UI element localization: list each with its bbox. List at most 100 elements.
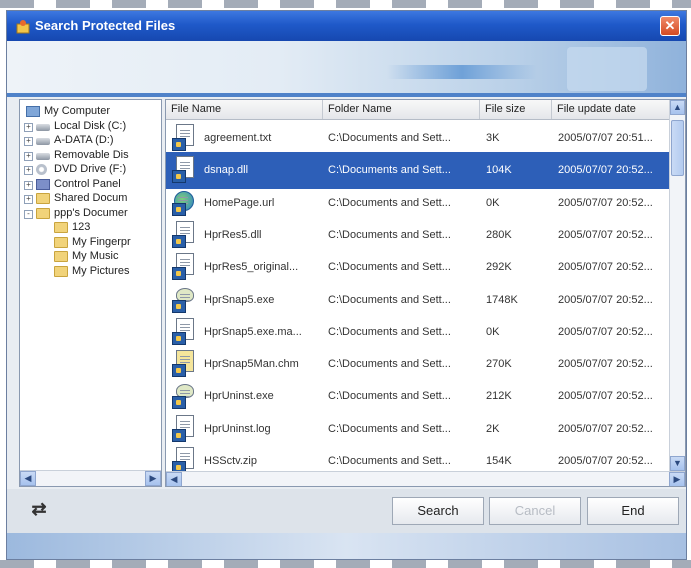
dvd-drive-icon bbox=[36, 164, 47, 175]
file-size-cell: 212K bbox=[486, 390, 512, 403]
tree-item[interactable]: 123 bbox=[42, 221, 161, 235]
url-file-icon bbox=[172, 189, 196, 217]
help-file-icon bbox=[172, 350, 196, 378]
header-banner bbox=[7, 41, 686, 97]
decorative-dashed-border-top bbox=[0, 0, 691, 8]
text-file-icon bbox=[172, 414, 196, 443]
folder-icon bbox=[54, 222, 68, 233]
exe-file-icon bbox=[172, 286, 196, 314]
file-size-cell: 280K bbox=[486, 228, 512, 241]
tree-item-label: 123 bbox=[72, 221, 91, 233]
folder-name-cell: C:\Documents and Sett... bbox=[328, 293, 451, 306]
search-protected-files-dialog: Search Protected Files ✕ My Computer + Loc… bbox=[6, 10, 687, 560]
collapse-icon[interactable]: - bbox=[24, 209, 33, 219]
expand-icon[interactable]: + bbox=[24, 137, 33, 146]
file-name-cell: HprUninst.exe bbox=[204, 390, 274, 403]
dll-file-icon bbox=[172, 220, 196, 249]
expand-icon[interactable]: + bbox=[24, 180, 33, 190]
dll-file-icon bbox=[172, 253, 196, 281]
folder-tree[interactable]: My Computer + Local Disk (C:) + A-DATA (D:) +… bbox=[19, 99, 162, 487]
tree-item[interactable]: + DVD Drive (F:) bbox=[24, 163, 161, 177]
tree-item[interactable]: + A-DATA (D:) bbox=[24, 134, 161, 148]
file-name-cell: HSSctv.zip bbox=[204, 455, 257, 467]
dll-file-icon bbox=[172, 156, 196, 184]
scroll-left-button[interactable]: ◀ bbox=[20, 471, 36, 486]
removable-drive-icon bbox=[36, 152, 50, 160]
scroll-up-button[interactable]: ▲ bbox=[670, 100, 685, 115]
file-size-cell: 292K bbox=[486, 261, 512, 274]
text-file-icon bbox=[172, 124, 196, 152]
tree-item-label: DVD Drive (F:) bbox=[54, 163, 127, 175]
tree-item-label: Removable Dis bbox=[54, 148, 129, 161]
title-bar: Search Protected Files ✕ bbox=[7, 11, 686, 41]
expand-icon[interactable]: + bbox=[24, 195, 33, 204]
file-size-cell: 2K bbox=[486, 422, 500, 435]
search-button[interactable]: Search bbox=[392, 497, 484, 525]
refresh-icon[interactable]: ⇄ bbox=[29, 499, 49, 519]
folder-name-cell: C:\Documents and Sett... bbox=[328, 164, 451, 177]
tree-item-label: My Pictures bbox=[72, 264, 130, 277]
file-size-cell: 0K bbox=[486, 196, 500, 209]
scroll-right-button[interactable]: ▶ bbox=[145, 471, 161, 486]
scroll-down-button[interactable]: ▼ bbox=[670, 456, 685, 471]
vertical-scroll-thumb[interactable] bbox=[671, 120, 684, 176]
file-list-header: File Name Folder Name File size File upd… bbox=[166, 100, 671, 120]
exe-file-icon bbox=[172, 382, 196, 410]
expand-icon[interactable]: + bbox=[24, 151, 33, 161]
scroll-right-button[interactable]: ▶ bbox=[669, 472, 685, 486]
file-date-cell: 2005/07/07 20:52... bbox=[558, 293, 653, 306]
scroll-left-button[interactable]: ◀ bbox=[166, 472, 182, 486]
folder-tree-horizontal-scrollbar[interactable]: ◀ ▶ bbox=[20, 470, 161, 486]
tree-item[interactable]: + Removable Dis bbox=[24, 149, 161, 163]
close-button[interactable]: ✕ bbox=[660, 16, 680, 36]
file-list[interactable]: File Name Folder Name File size File upd… bbox=[165, 99, 686, 487]
tree-item[interactable]: My Pictures bbox=[42, 265, 161, 279]
close-icon: ✕ bbox=[664, 18, 676, 33]
tree-item[interactable]: + Local Disk (C:) bbox=[24, 120, 161, 134]
file-date-cell: 2005/07/07 20:52... bbox=[558, 358, 653, 371]
tree-item-label: Local Disk (C:) bbox=[54, 119, 127, 132]
file-date-cell: 2005/07/07 20:52... bbox=[558, 422, 653, 435]
file-name-cell: HprUninst.log bbox=[204, 422, 271, 435]
expand-icon[interactable]: + bbox=[24, 122, 33, 132]
file-list-horizontal-scrollbar[interactable]: ◀ ▶ bbox=[166, 471, 685, 486]
column-header-file-update-date[interactable]: File update date bbox=[552, 100, 671, 119]
generic-file-icon bbox=[172, 317, 196, 346]
file-name-cell: dsnap.dll bbox=[204, 164, 249, 177]
tree-item[interactable]: - ppp's Documer bbox=[24, 207, 161, 221]
folder-name-cell: C:\Documents and Sett... bbox=[328, 228, 451, 241]
tree-item[interactable]: My Music bbox=[42, 250, 161, 264]
tree-item-label: Shared Docum bbox=[54, 192, 128, 204]
file-name-cell: HprSnap5Man.chm bbox=[204, 358, 299, 371]
file-date-cell: 2005/07/07 20:52... bbox=[558, 261, 653, 274]
file-name-cell: HprRes5_original... bbox=[204, 261, 299, 274]
end-button[interactable]: End bbox=[587, 497, 679, 525]
file-list-vertical-scrollbar[interactable]: ▲ ▼ bbox=[669, 100, 685, 472]
window-title: Search Protected Files bbox=[35, 18, 176, 33]
computer-icon bbox=[26, 106, 40, 117]
tree-item[interactable]: My Computer bbox=[24, 105, 161, 119]
column-header-folder-name[interactable]: Folder Name bbox=[323, 100, 480, 119]
column-header-file-size[interactable]: File size bbox=[480, 100, 552, 119]
banner-graphic bbox=[567, 47, 647, 91]
banner-divider bbox=[7, 93, 686, 97]
folder-name-cell: C:\Documents and Sett... bbox=[328, 261, 451, 274]
expand-icon[interactable]: + bbox=[24, 166, 33, 175]
tree-item[interactable]: + Control Panel bbox=[24, 178, 161, 192]
file-size-cell: 1748K bbox=[486, 293, 518, 306]
folder-icon bbox=[54, 236, 68, 248]
file-date-cell: 2005/07/07 20:52... bbox=[558, 390, 653, 403]
column-header-file-name[interactable]: File Name bbox=[166, 100, 323, 119]
cancel-button[interactable]: Cancel bbox=[489, 497, 581, 525]
folder-name-cell: C:\Documents and Sett... bbox=[328, 325, 451, 338]
file-size-cell: 270K bbox=[486, 358, 512, 371]
tree-item[interactable]: My Fingerpr bbox=[42, 236, 161, 250]
tree-item-label: ppp's Documer bbox=[54, 206, 128, 219]
tree-item[interactable]: + Shared Docum bbox=[24, 192, 161, 206]
hard-drive-icon bbox=[36, 123, 50, 131]
folder-icon bbox=[36, 193, 50, 204]
file-name-cell: HprSnap5.exe bbox=[204, 293, 275, 306]
file-name-cell: HomePage.url bbox=[204, 196, 275, 209]
file-name-cell: HprSnap5.exe.ma... bbox=[204, 325, 302, 338]
file-date-cell: 2005/07/07 20:52... bbox=[558, 196, 653, 209]
